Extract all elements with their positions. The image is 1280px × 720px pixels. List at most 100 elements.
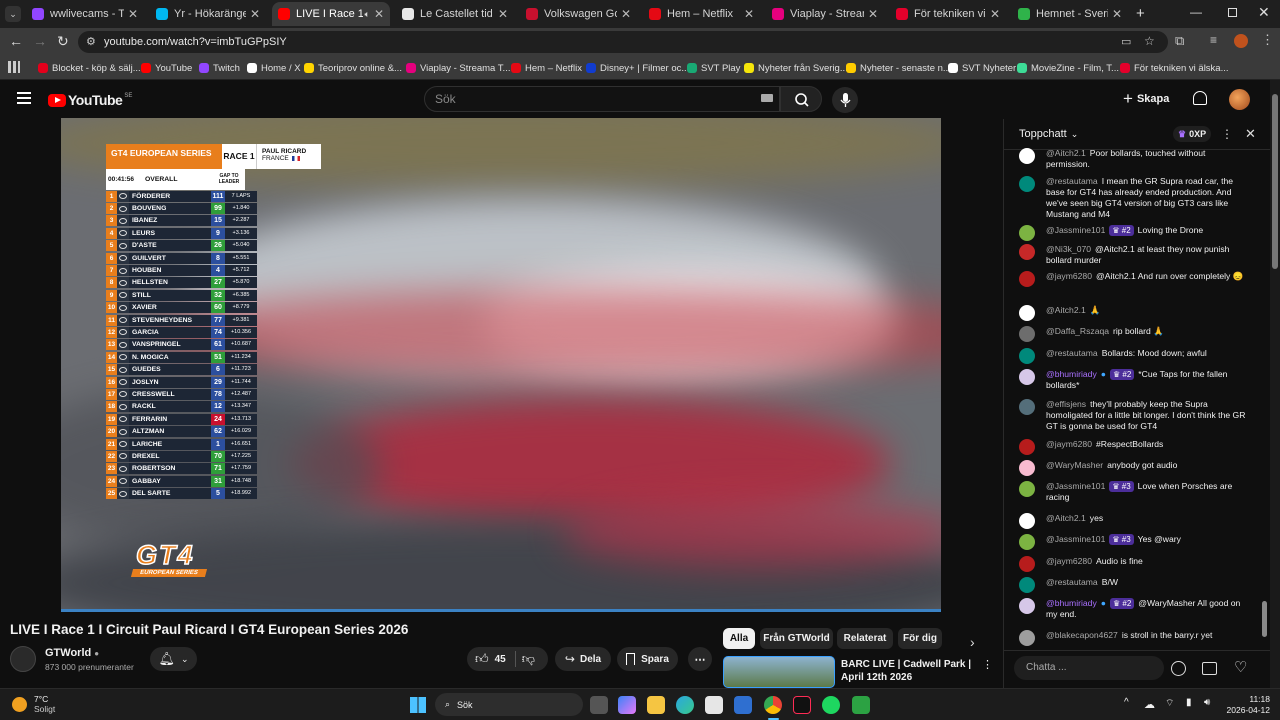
chat-author-name[interactable]: @Ni3k_070 [1046, 244, 1091, 254]
chat-author-name[interactable]: @jaym6280 [1046, 439, 1092, 449]
bookmark-item[interactable]: SVT Nyheter [948, 60, 1016, 76]
apps-grid-icon[interactable] [8, 61, 20, 73]
search-button[interactable] [780, 86, 822, 112]
filter-chip[interactable]: Från GTWorld [760, 628, 833, 649]
chat-author-name[interactable]: @Daffa_Rszaqa [1046, 326, 1109, 336]
copilot-icon[interactable] [618, 696, 636, 714]
chat-author-avatar[interactable] [1019, 369, 1035, 385]
bookmark-item[interactable]: YouTube [141, 60, 192, 76]
chat-message[interactable]: @Jassmine101 ♛ #3 Love when Porsches are r… [1019, 481, 1249, 503]
chat-author-avatar[interactable] [1019, 225, 1035, 241]
related-video-thumbnail[interactable] [723, 656, 835, 688]
bookmark-item[interactable]: MovieZine - Film, T... [1017, 60, 1119, 76]
new-tab-button[interactable]: + [1136, 5, 1145, 22]
browser-tab[interactable]: Le Castellet tid - Sök ✕ [396, 2, 514, 26]
channel-name[interactable]: GTWorld ● [45, 647, 99, 659]
chat-message[interactable]: @WaryMasher anybody got audio [1019, 460, 1249, 476]
heart-icon[interactable]: ♡ [1234, 658, 1247, 676]
filter-chip[interactable]: Relaterat [837, 628, 893, 649]
chat-author-name[interactable]: @Aitch2.1 [1046, 513, 1086, 523]
chrome-icon[interactable] [764, 696, 782, 714]
browser-tab[interactable]: Yr - Hökarängen - Lå ✕ [150, 2, 266, 26]
chat-message[interactable]: @jaym6280 @Aitch2.1 And run over complete… [1019, 271, 1249, 287]
browser-tab[interactable]: Volkswagen Golf-Seri ✕ [520, 2, 637, 26]
browser-tab[interactable]: Viaplay - Streama TV ✕ [766, 2, 884, 26]
bookmark-item[interactable]: Nyheter från Sverig... [744, 60, 848, 76]
chat-message[interactable]: @jaym6280 Audio is fine [1019, 556, 1249, 572]
create-button[interactable]: + Skapa [1123, 89, 1169, 109]
taskbar-search[interactable]: ⌕ Sök [435, 693, 583, 716]
chat-author-name[interactable]: @jaym6280 [1046, 556, 1092, 566]
related-video-title[interactable]: BARC LIVE | Cadwell Park | April 12th 20… [841, 658, 977, 684]
chat-author-avatar[interactable] [1019, 176, 1035, 192]
chat-author-name[interactable]: @restautama [1046, 176, 1098, 186]
super-chat-icon[interactable] [1202, 662, 1217, 675]
chat-author-avatar[interactable] [1019, 148, 1035, 164]
bookmark-star-icon[interactable]: ☆ [1144, 34, 1155, 48]
chat-author-name[interactable]: @effisjens [1046, 399, 1086, 409]
chat-author-avatar[interactable] [1019, 577, 1035, 593]
weather-widget[interactable]: 7°C Soligt [12, 694, 55, 714]
close-tab-icon[interactable]: ✕ [128, 7, 138, 21]
browser-tab[interactable]: LIVE I Race 1 I Ci 🔈︎ ✕ [272, 2, 390, 26]
notifications-bell-icon[interactable] [1193, 91, 1207, 105]
chat-author-avatar[interactable] [1019, 460, 1035, 476]
related-video-menu-icon[interactable]: ⋮ [982, 658, 993, 671]
bookmark-item[interactable]: SVT Play [687, 60, 740, 76]
show-hidden-icons[interactable]: ^ [1124, 697, 1129, 708]
filter-chip[interactable]: För dig [898, 628, 942, 649]
site-info-icon[interactable]: ⚙ [86, 35, 96, 48]
browser-menu-icon[interactable]: ⋮ [1261, 32, 1274, 48]
chat-author-avatar[interactable] [1019, 534, 1035, 550]
store-icon[interactable] [705, 696, 723, 714]
chat-message[interactable]: @effisjens they'll probably keep the Supr… [1019, 399, 1249, 432]
chat-message[interactable]: @blakecapon4627 is stroll in the barry.r … [1019, 630, 1249, 646]
spotify-icon[interactable] [822, 696, 840, 714]
bookmark-item[interactable]: Blocket - köp & sälj... [38, 60, 141, 76]
chat-author-name[interactable]: @WaryMasher [1046, 460, 1103, 470]
minimize-window-button[interactable]: — [1190, 5, 1202, 19]
voice-search-button[interactable] [832, 87, 858, 113]
youtube-logo[interactable]: YouTube SE [48, 92, 132, 108]
close-tab-icon[interactable]: ✕ [621, 7, 631, 21]
back-icon[interactable]: ← [9, 33, 23, 49]
taskbar-clock[interactable]: 11:18 2026-04-12 [1224, 694, 1270, 716]
chat-message[interactable]: @Jassmine101 ♛ #2 Loving the Drone [1019, 225, 1249, 241]
save-button[interactable]: Spara [617, 647, 678, 671]
guide-menu-icon[interactable] [17, 92, 31, 104]
chat-author-avatar[interactable] [1019, 244, 1035, 260]
chat-author-name[interactable]: @bhumiriady [1046, 598, 1097, 608]
chat-author-avatar[interactable] [1019, 481, 1035, 497]
search-input[interactable]: Sök [424, 86, 780, 112]
start-button[interactable] [410, 697, 426, 713]
like-button[interactable]: 👍︎ 45 [475, 651, 506, 667]
account-avatar[interactable] [1229, 89, 1250, 110]
browser-tab[interactable]: Hem – Netflix ✕ [643, 2, 760, 26]
subscription-bell-button[interactable]: 🔔︎ ⌄ [150, 647, 197, 671]
chat-input[interactable]: Chatta ... [1014, 656, 1164, 680]
extensions-icon[interactable]: ⧉ [1175, 33, 1184, 49]
tiktok-icon[interactable] [793, 696, 811, 714]
close-window-button[interactable]: ✕ [1258, 4, 1270, 21]
close-tab-icon[interactable]: ✕ [1112, 7, 1122, 21]
chat-author-name[interactable]: @bhumiriady [1046, 369, 1097, 379]
bookmark-item[interactable]: Home / X [247, 60, 301, 76]
chat-author-name[interactable]: @Jassmine101 [1046, 534, 1105, 544]
bookmark-item[interactable]: Teoriprov online &... [304, 60, 402, 76]
chat-message[interactable]: @restautama Bollards: Mood down; awful [1019, 348, 1249, 364]
chat-message[interactable]: @Aitch2.1 🙏 [1019, 305, 1249, 321]
page-scrollbar[interactable] [1270, 80, 1280, 688]
chat-author-name[interactable]: @Jassmine101 [1046, 225, 1105, 235]
chat-author-avatar[interactable] [1019, 439, 1035, 455]
forward-icon[interactable]: → [33, 33, 47, 49]
chat-message[interactable]: @Ni3k_070 @Aitch2.1 at least they now pun… [1019, 244, 1249, 266]
bookmark-item[interactable]: Nyheter - senaste n... [846, 60, 951, 76]
chat-author-avatar[interactable] [1019, 326, 1035, 342]
close-tab-icon[interactable]: ✕ [498, 7, 508, 21]
maximize-window-button[interactable] [1228, 8, 1237, 17]
bookmark-item[interactable]: Viaplay - Streama T... [406, 60, 510, 76]
video-progress-track[interactable] [61, 609, 941, 612]
chat-author-avatar[interactable] [1019, 305, 1035, 321]
volume-icon[interactable]: 🔊︎ [1204, 697, 1210, 708]
chat-author-name[interactable]: @jaym6280 [1046, 271, 1092, 281]
